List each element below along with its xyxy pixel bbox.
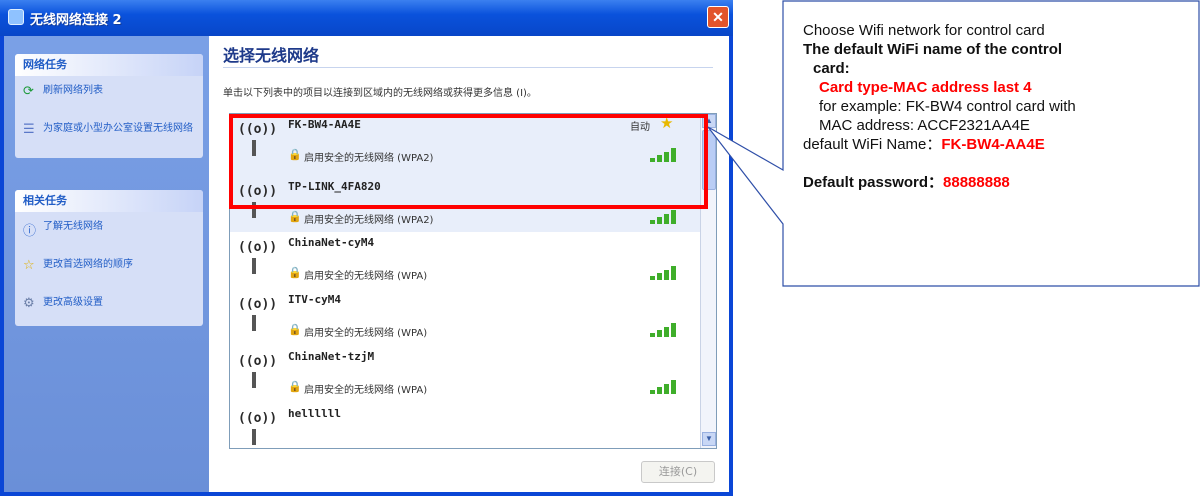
antenna-pole (252, 429, 256, 445)
lock-icon: 🔒 (288, 324, 302, 336)
task-label: 更改首选网络的顺序 (43, 259, 133, 270)
default-password-value: 88888888 (943, 174, 1010, 191)
network-row[interactable]: ((o)) hellllll (230, 403, 700, 448)
network-name: FK-BW4-AA4E (288, 118, 361, 131)
signal-strength-icon (650, 210, 682, 224)
signal-strength-icon (650, 380, 682, 394)
annotation-spacer (803, 154, 1185, 173)
signal-strength-icon (650, 266, 682, 280)
security-text: 启用安全的无线网络 (WPA2) (304, 215, 434, 226)
antenna-pole (252, 140, 256, 156)
annotation-line-6: MAC address: ACCF2321AA4E (819, 117, 1030, 134)
security-text: 启用安全的无线网络 (WPA) (304, 385, 428, 396)
security-text: 启用安全的无线网络 (WPA2) (304, 153, 434, 164)
wireless-connection-window: 无线网络连接 2 ✕ 网络任务 ⟳ 刷新网络列表 ☰ 为家庭或小型办公室设置无线… (0, 0, 733, 496)
antenna-pole (252, 315, 256, 331)
lock-icon: 🔒 (288, 211, 302, 223)
antenna-icon: ((o)) (238, 122, 278, 137)
title-bar[interactable]: 无线网络连接 2 ✕ (0, 0, 733, 36)
window-title: 无线网络连接 2 (30, 13, 122, 28)
task-refresh-network-list[interactable]: ⟳ 刷新网络列表 (15, 76, 203, 114)
annotation-line-2: The default WiFi name of the control (803, 41, 1063, 58)
network-row[interactable]: ((o)) ChinaNet-cyM4 🔒 启用安全的无线网络 (WPA) (230, 232, 700, 290)
antenna-pole (252, 372, 256, 388)
task-label: 为家庭或小型办公室设置无线网络 (43, 123, 193, 134)
antenna-pole (252, 258, 256, 274)
default-wifi-name-value: FK-BW4-AA4E (941, 136, 1045, 153)
auto-connect-label: 自动 (630, 122, 650, 133)
antenna-pole (252, 202, 256, 218)
task-change-advanced-settings[interactable]: ⚙ 更改高级设置 (15, 288, 203, 326)
network-row[interactable]: ((o)) FK-BW4-AA4E 自动 ★ 🔒 启用安全的无线网络 (WPA2… (230, 114, 700, 177)
scroll-thumb[interactable] (702, 130, 716, 190)
default-wifi-name-label: default WiFi Name： (803, 136, 942, 153)
antenna-icon: ((o)) (238, 297, 278, 312)
star-icon: ☆ (23, 258, 35, 273)
vertical-scrollbar[interactable]: ▲ ▼ (700, 114, 716, 448)
annotation-line-1: Choose Wifi network for control card (803, 22, 1045, 39)
signal-strength-icon (650, 148, 682, 162)
network-name: ChinaNet-tzjM (288, 350, 375, 363)
wireless-icon (8, 9, 24, 25)
network-row[interactable]: ((o)) ChinaNet-tzjM 🔒 启用安全的无线网络 (WPA) (230, 346, 700, 404)
annotation-line-7: default WiFi Name：FK-BW4-AA4E (803, 135, 1185, 154)
setup-icon: ☰ (23, 122, 35, 137)
lock-icon: 🔒 (288, 267, 302, 279)
annotation-line-8: Default password：88888888 (803, 173, 1185, 192)
annotation-line-5: for example: FK-BW4 control card with (819, 98, 1076, 115)
info-icon: ⓘ (23, 224, 37, 239)
network-name: hellllll (288, 407, 341, 420)
instruction-text: 单击以下列表中的项目以连接到区域内的无线网络或获得更多信息 (I)。 (223, 88, 537, 99)
antenna-icon: ((o)) (238, 240, 278, 255)
antenna-icon: ((o)) (238, 184, 278, 199)
task-learn-wireless[interactable]: ⓘ 了解无线网络 (15, 212, 203, 250)
task-pane: 网络任务 ⟳ 刷新网络列表 ☰ 为家庭或小型办公室设置无线网络 相关任务 ⓘ 了… (4, 36, 209, 492)
task-label: 刷新网络列表 (43, 85, 103, 96)
preferred-star-icon: ★ (660, 115, 674, 132)
title-divider (223, 67, 713, 68)
antenna-icon: ((o)) (238, 354, 278, 369)
close-button[interactable]: ✕ (707, 6, 729, 28)
security-text: 启用安全的无线网络 (WPA) (304, 328, 428, 339)
network-name: ChinaNet-cyM4 (288, 236, 375, 249)
task-change-preferred-order[interactable]: ☆ 更改首选网络的顺序 (15, 250, 203, 288)
lock-icon: 🔒 (288, 381, 302, 393)
default-password-label: Default password： (803, 174, 944, 191)
security-text: 启用安全的无线网络 (WPA) (304, 271, 428, 282)
connect-button[interactable]: 连接(C) (641, 461, 715, 483)
antenna-icon: ((o)) (238, 411, 278, 426)
network-row[interactable]: ((o)) TP-LINK_4FA820 🔒 启用安全的无线网络 (WPA2) (230, 176, 700, 233)
network-selection-pane: 选择无线网络 单击以下列表中的项目以连接到区域内的无线网络或获得更多信息 (I)… (209, 36, 729, 492)
network-name: ITV-cyM4 (288, 293, 341, 306)
window-client-area: 网络任务 ⟳ 刷新网络列表 ☰ 为家庭或小型办公室设置无线网络 相关任务 ⓘ 了… (4, 36, 729, 492)
network-tasks-panel: 网络任务 ⟳ 刷新网络列表 ☰ 为家庭或小型办公室设置无线网络 (15, 54, 203, 158)
refresh-icon: ⟳ (23, 84, 34, 99)
scroll-down-button[interactable]: ▼ (702, 432, 716, 446)
lock-icon: 🔒 (288, 149, 302, 161)
network-list: ((o)) FK-BW4-AA4E 自动 ★ 🔒 启用安全的无线网络 (WPA2… (229, 113, 717, 449)
annotation-line-4: Card type-MAC address last 4 (819, 79, 1032, 96)
task-label: 更改高级设置 (43, 297, 103, 308)
annotation-callout: Choose Wifi network for control card The… (783, 1, 1199, 286)
annotation-line-3: card: (813, 60, 850, 77)
network-tasks-header[interactable]: 网络任务 (15, 54, 203, 76)
related-tasks-panel: 相关任务 ⓘ 了解无线网络 ☆ 更改首选网络的顺序 ⚙ 更改高级设置 (15, 190, 203, 326)
network-row[interactable]: ((o)) ITV-cyM4 🔒 启用安全的无线网络 (WPA) (230, 289, 700, 347)
page-title: 选择无线网络 (223, 46, 320, 65)
signal-strength-icon (650, 323, 682, 337)
task-setup-wireless-network[interactable]: ☰ 为家庭或小型办公室设置无线网络 (15, 114, 203, 158)
network-name: TP-LINK_4FA820 (288, 180, 381, 193)
settings-icon: ⚙ (23, 296, 35, 311)
task-label: 了解无线网络 (43, 221, 103, 232)
scroll-up-button[interactable]: ▲ (702, 114, 716, 128)
related-tasks-header[interactable]: 相关任务 (15, 190, 203, 212)
